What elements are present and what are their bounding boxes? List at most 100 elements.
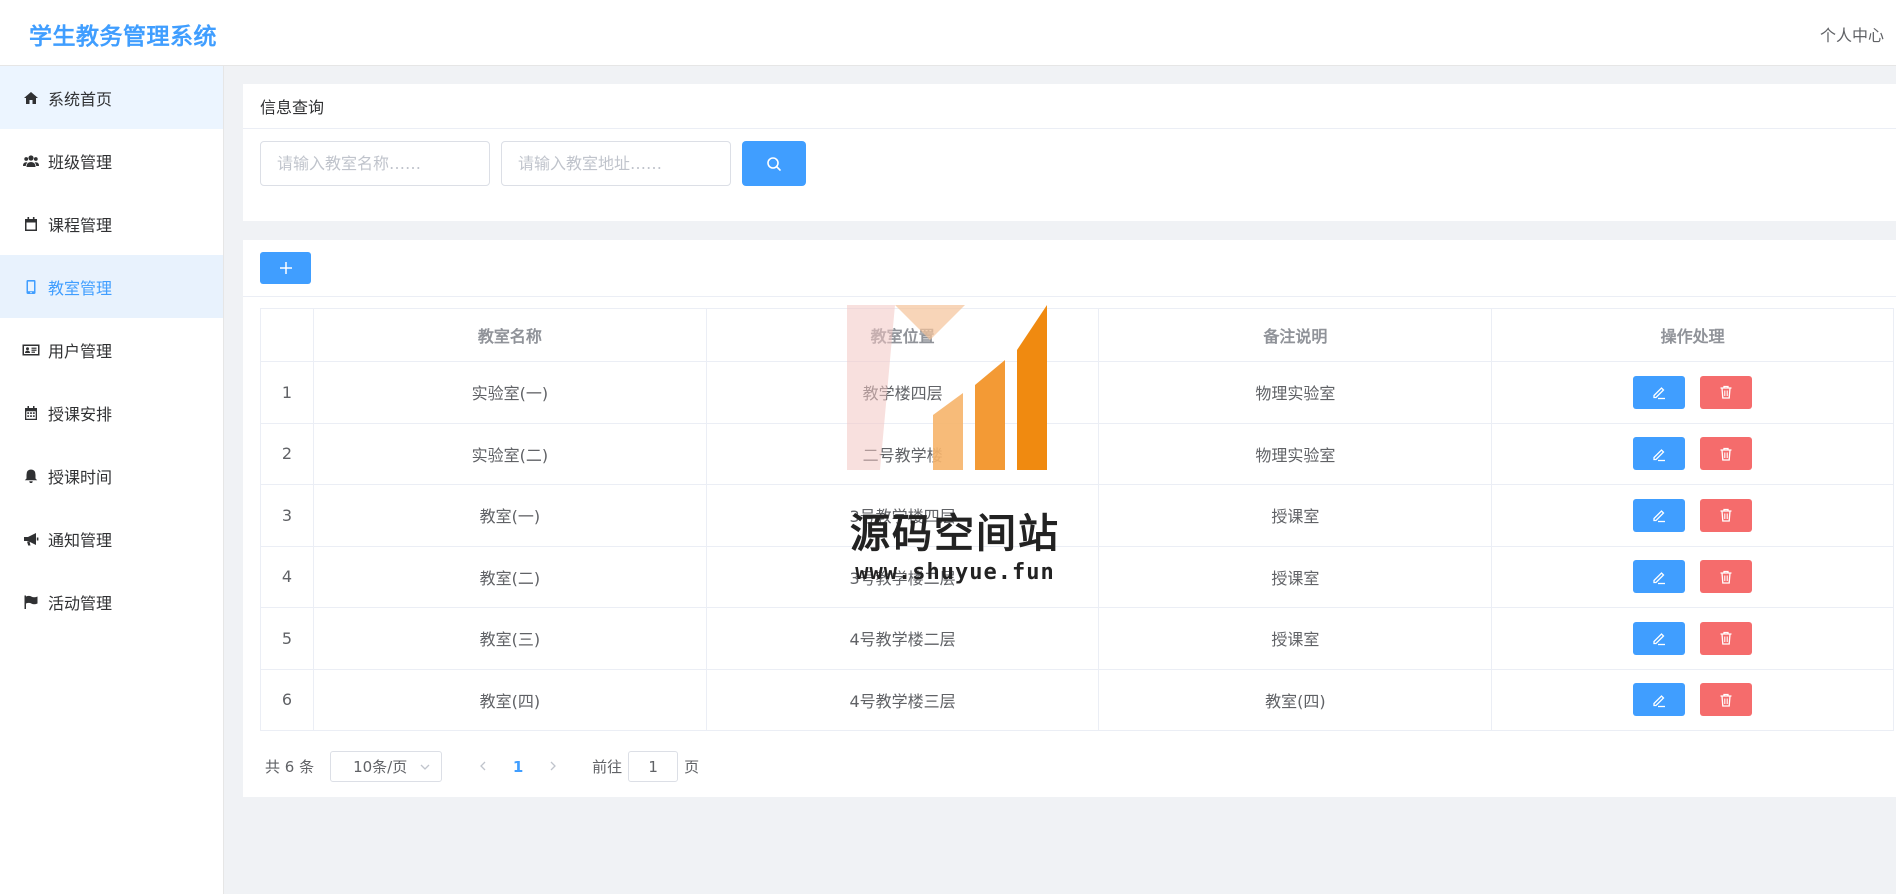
row-actions <box>1491 668 1894 731</box>
classroom-address-input[interactable] <box>501 141 731 186</box>
edit-button[interactable] <box>1633 683 1686 717</box>
trash-icon <box>1720 447 1732 461</box>
table-row: 2 实验室(二) 二号教学楼 物理实验室 <box>260 422 1894 485</box>
sidebar-item-classroom[interactable]: 教室管理 <box>0 255 223 318</box>
sidebar-item-class[interactable]: 班级管理 <box>0 129 223 192</box>
classroom-name-input[interactable] <box>260 141 490 186</box>
edit-icon <box>1653 448 1666 461</box>
sidebar-item-label: 活动管理 <box>48 593 113 613</box>
row-index: 4 <box>260 545 314 608</box>
add-button[interactable] <box>260 252 311 284</box>
row-actions <box>1491 422 1894 485</box>
toolbar <box>243 240 1896 297</box>
page-suffix-label: 页 <box>684 758 700 776</box>
edit-button[interactable] <box>1633 375 1686 409</box>
classroom-remark: 物理实验室 <box>1098 361 1493 424</box>
table-row: 1 实验室(一) 教学楼四层 物理实验室 <box>260 361 1894 424</box>
table-row: 6 教室(四) 4号教学楼三层 教室(四) <box>260 668 1894 731</box>
classroom-name: 教室(四) <box>312 668 707 731</box>
query-panel: 信息查询 <box>243 84 1896 221</box>
edit-button[interactable] <box>1633 560 1686 594</box>
edit-icon <box>1653 694 1666 707</box>
user-center-link[interactable]: 个人中心 <box>1820 22 1884 46</box>
classroom-location: 3号教学楼二层 <box>705 545 1100 608</box>
sidebar-item-label: 班级管理 <box>48 152 113 172</box>
table-row: 4 教室(二) 3号教学楼二层 授课室 <box>260 545 1894 608</box>
sidebar-item-course[interactable]: 课程管理 <box>0 192 223 255</box>
classroom-remark: 授课室 <box>1098 607 1493 670</box>
classroom-remark: 物理实验室 <box>1098 422 1493 485</box>
column-header-index <box>260 308 314 362</box>
sidebar: 系统首页 班级管理 课程管理 教室管理 用户管理 授课安排 授课时间 通知管理 … <box>0 66 224 894</box>
classroom-name: 实验室(一) <box>312 361 707 424</box>
row-actions <box>1491 545 1894 608</box>
edit-button[interactable] <box>1633 498 1686 532</box>
trash-icon <box>1720 693 1732 707</box>
search-button[interactable] <box>742 141 806 186</box>
column-header-remark[interactable]: 备注说明 <box>1098 308 1493 362</box>
page-number-current[interactable]: 1 <box>498 758 538 776</box>
edit-icon <box>1653 633 1666 646</box>
classroom-location: 二号教学楼 <box>705 422 1100 485</box>
sidebar-item-time[interactable]: 授课时间 <box>0 444 223 507</box>
classroom-remark: 教室(四) <box>1098 668 1493 731</box>
chevron-right-icon <box>550 761 557 770</box>
column-header-name[interactable]: 教室名称 <box>312 308 707 362</box>
column-header-actions: 操作处理 <box>1491 308 1894 362</box>
delete-button[interactable] <box>1700 560 1753 594</box>
classroom-table: 教室名称 教室位置 备注说明 操作处理 1 实验室(一) 教学楼四层 物理实验室… <box>260 308 1894 731</box>
classroom-name: 实验室(二) <box>312 422 707 485</box>
classroom-location: 4号教学楼三层 <box>705 668 1100 731</box>
sidebar-item-activity[interactable]: 活动管理 <box>0 570 223 633</box>
page-size-select[interactable]: 10条/页 <box>330 751 443 782</box>
delete-button[interactable] <box>1700 437 1753 471</box>
delete-button[interactable] <box>1700 375 1753 409</box>
classroom-name: 教室(三) <box>312 607 707 670</box>
flag-icon <box>22 593 40 611</box>
home-icon <box>22 89 40 107</box>
edit-button[interactable] <box>1633 437 1686 471</box>
bullhorn-icon <box>22 530 40 548</box>
chevron-down-icon <box>420 764 430 770</box>
plus-icon <box>279 262 292 274</box>
list-panel: 教室名称 教室位置 备注说明 操作处理 1 实验室(一) 教学楼四层 物理实验室… <box>243 240 1896 797</box>
trash-icon <box>1720 632 1732 645</box>
classroom-name: 教室(一) <box>312 484 707 547</box>
sidebar-item-user[interactable]: 用户管理 <box>0 318 223 381</box>
trash-icon <box>1720 386 1732 399</box>
calendar-icon <box>22 215 40 233</box>
delete-button[interactable] <box>1700 621 1753 655</box>
edit-icon <box>1653 510 1666 523</box>
delete-button[interactable] <box>1700 498 1753 532</box>
app-title: 学生教务管理系统 <box>29 24 217 50</box>
sidebar-item-home[interactable]: 系统首页 <box>0 66 223 129</box>
trash-icon <box>1720 570 1732 584</box>
table-row: 3 教室(一) 3号教学楼四层 授课室 <box>260 484 1894 547</box>
edit-button[interactable] <box>1633 621 1686 655</box>
prev-page-button[interactable] <box>468 758 498 776</box>
classroom-location: 3号教学楼四层 <box>705 484 1100 547</box>
search-row <box>260 141 806 186</box>
table-row: 5 教室(三) 4号教学楼二层 授课室 <box>260 607 1894 670</box>
trash-icon <box>1720 509 1732 522</box>
tablet-icon <box>22 278 40 296</box>
sidebar-item-label: 用户管理 <box>48 341 113 361</box>
sidebar-item-label: 教室管理 <box>48 278 113 298</box>
page-size-value: 10条/页 <box>353 758 408 776</box>
row-index: 2 <box>260 422 314 485</box>
pagination: 共 6 条 10条/页 1 前往 页 <box>265 751 699 782</box>
column-header-location[interactable]: 教室位置 <box>705 308 1100 362</box>
classroom-name: 教室(二) <box>312 545 707 608</box>
sidebar-item-label: 系统首页 <box>48 89 113 109</box>
table-header-row: 教室名称 教室位置 备注说明 操作处理 <box>260 308 1894 362</box>
delete-button[interactable] <box>1700 683 1753 717</box>
users-icon <box>22 152 40 170</box>
row-index: 3 <box>260 484 314 547</box>
row-actions <box>1491 484 1894 547</box>
classroom-location: 4号教学楼二层 <box>705 607 1100 670</box>
sidebar-item-schedule[interactable]: 授课安排 <box>0 381 223 444</box>
goto-page-input[interactable] <box>628 751 679 782</box>
next-page-button[interactable] <box>538 758 568 776</box>
search-icon <box>767 156 781 171</box>
sidebar-item-notice[interactable]: 通知管理 <box>0 507 223 570</box>
